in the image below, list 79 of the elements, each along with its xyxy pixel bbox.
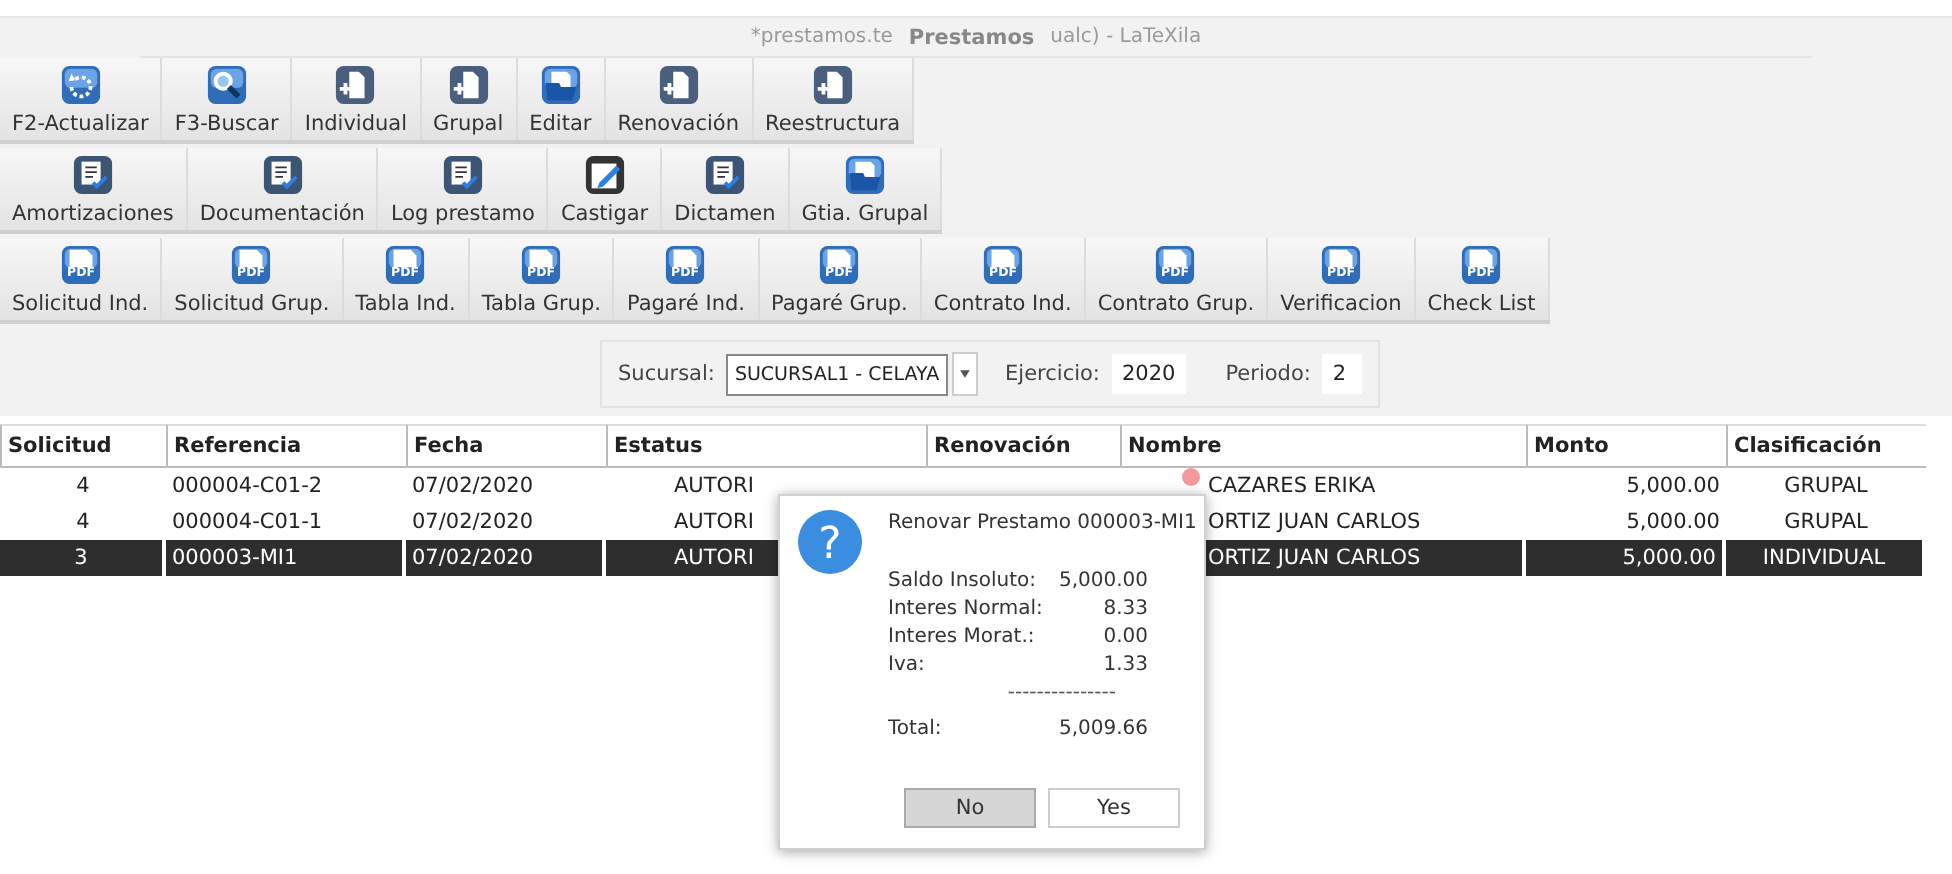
amount-label: Interes Morat.: [888, 624, 1037, 652]
table-cell: GRUPAL [1784, 474, 1868, 498]
toolbar-button[interactable]: Renovación [605, 58, 753, 140]
table-cell: CAZARES ERIKA [1208, 474, 1376, 498]
table-cell: 5,000.00 [1622, 546, 1716, 570]
toolbar-button[interactable]: Castigar [548, 148, 663, 230]
table-cell: 000003-MI1 [172, 546, 298, 570]
document-plus-icon [447, 64, 490, 106]
checklist-icon [261, 154, 304, 196]
table-cell: 000004-C01-2 [172, 474, 323, 498]
checklist-icon [71, 154, 114, 196]
dialog-button[interactable]: Yes [1048, 788, 1180, 828]
window-title: Prestamos [908, 25, 1035, 49]
table-cell: AUTORI [674, 546, 754, 570]
checklist-icon [441, 154, 484, 196]
table-cell: INDIVIDUAL [1762, 546, 1886, 570]
toolbar-button[interactable]: Individual [292, 58, 421, 140]
dialog-button[interactable]: No [904, 788, 1036, 828]
column-header[interactable]: Referencia [166, 424, 406, 468]
branch-select[interactable]: SUCURSAL1 - CELAYA [726, 353, 948, 395]
column-header[interactable]: Estatus [606, 424, 926, 468]
edit-icon [583, 154, 626, 196]
table-cell: 07/02/2020 [412, 474, 534, 498]
background-window-title: *prestamos.te [750, 26, 893, 48]
amount-value: 8.33 [1101, 596, 1148, 624]
folder-icon [844, 154, 886, 196]
amount-value: 5,000.00 [1056, 568, 1148, 596]
refresh-icon [59, 64, 102, 106]
amount-label: Interes Normal: [888, 596, 1045, 624]
search-icon [205, 64, 248, 106]
amount-label: Iva: [888, 652, 927, 680]
question-icon: ? [796, 508, 864, 576]
field-label: Sucursal: [618, 362, 715, 386]
table-cell: ORTIZ JUAN CARLOS [1208, 510, 1421, 534]
column-header[interactable]: Fecha [406, 424, 606, 468]
toolbar-button[interactable]: Dictamen [662, 148, 790, 230]
table-cell: ORTIZ JUAN CARLOS [1208, 546, 1421, 570]
table-cell: 4 [76, 510, 90, 534]
table-cell: GRUPAL [1784, 510, 1868, 534]
column-header[interactable]: Clasificación [1726, 424, 1926, 468]
amount-value: 5,009.66 [1056, 716, 1148, 744]
table-cell: 000004-C01-1 [172, 510, 323, 534]
amount-value: 0.00 [1101, 624, 1148, 652]
toolbar-button[interactable]: Gtia. Grupal [789, 148, 943, 230]
background-window-title: ualc) - LaTeXila [1050, 26, 1202, 48]
toolbar-button[interactable]: Documentación [187, 148, 379, 230]
table-cell: 3 [74, 546, 88, 570]
table-cell: AUTORI [674, 474, 754, 498]
column-header[interactable]: Nombre [1120, 424, 1526, 468]
toolbar-button[interactable]: Reestructura [753, 58, 915, 140]
field-label: Periodo: [1225, 362, 1311, 386]
period-field[interactable]: 2 [1322, 354, 1362, 394]
table-cell: AUTORI [674, 510, 754, 534]
toolbar-button[interactable]: Grupal [421, 58, 518, 140]
table-cell: 07/02/2020 [412, 510, 534, 534]
table-cell: 07/02/2020 [412, 546, 534, 570]
folder-icon [539, 64, 582, 106]
document-plus-icon [657, 64, 700, 106]
column-header[interactable]: Renovación [926, 424, 1120, 468]
field-label: Ejercicio: [1005, 362, 1100, 386]
toolbar-button[interactable]: F3-Buscar [162, 58, 293, 140]
toolbar-button[interactable]: F2-Actualizar [0, 58, 163, 140]
column-header[interactable]: Solicitud [0, 424, 166, 468]
table-cell: 5,000.00 [1626, 474, 1720, 498]
amount-label: Total: [888, 716, 944, 744]
table-cell: 5,000.00 [1626, 510, 1720, 534]
column-header[interactable]: Monto [1526, 424, 1726, 468]
amount-label: Saldo Insoluto: [888, 568, 1039, 596]
checklist-icon [703, 154, 746, 196]
table-cell: 4 [76, 474, 90, 498]
year-field[interactable]: 2020 [1111, 354, 1186, 394]
total-rule: --------------- [1005, 684, 1116, 704]
document-plus-icon [334, 64, 377, 106]
toolbar-button[interactable]: Editar [517, 58, 606, 140]
toolbar-button[interactable]: Amortizaciones [0, 148, 188, 230]
amount-value: 1.33 [1101, 652, 1148, 680]
toolbar-button[interactable]: Log prestamo [378, 148, 549, 230]
dialog-message: Renovar Prestamo 000003-MI1 [888, 512, 1197, 534]
document-plus-icon [811, 64, 854, 106]
